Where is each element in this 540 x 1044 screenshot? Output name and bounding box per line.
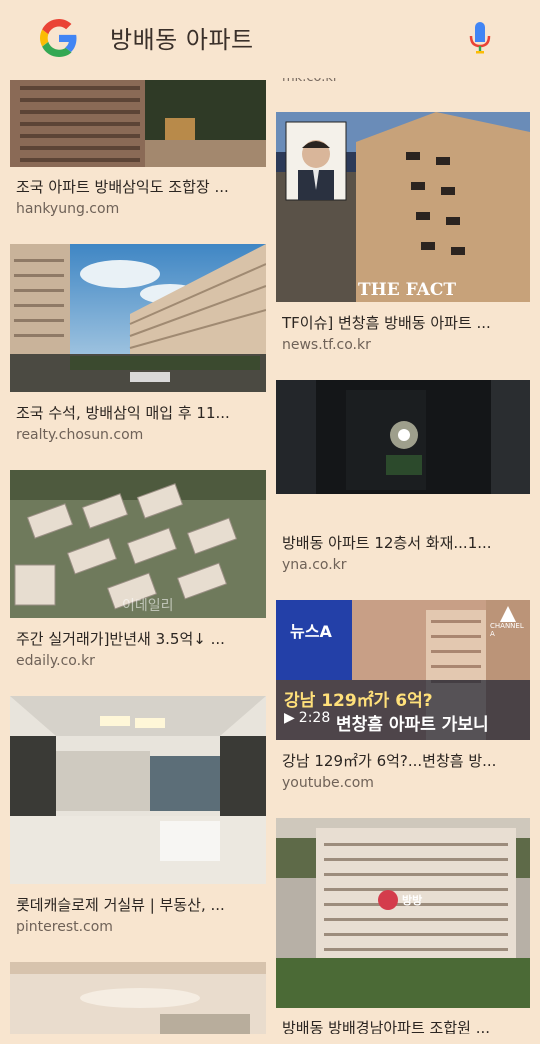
search-header: 방배동 아파트 (0, 0, 540, 78)
video-duration: 2:28 (298, 710, 331, 726)
image-result-card[interactable]: THE FACT TF이슈] 변창흠 방배동 아파트 ... news.tf.c… (276, 112, 530, 358)
image-result-card[interactable]: 이데일리 주간 실거래가]반년새 3.5억↓ ... edaily.co.kr (10, 470, 266, 680)
the-fact-watermark: THE FACT (358, 280, 456, 300)
the-fact-building-thumbnail[interactable]: THE FACT (276, 112, 530, 302)
image-result-card[interactable]: 조국 아파트 방배삼익도 조합장 ... hankyung.com (10, 80, 266, 222)
result-title[interactable]: 조국 수석, 방배삼익 매입 후 11... (16, 402, 261, 423)
result-title[interactable]: TF이슈] 변창흠 방배동 아파트 ... (282, 312, 527, 333)
image-result-card[interactable]: 방방 방배동 방배경남아파트 조합원 ... (276, 818, 530, 1044)
result-title[interactable]: 강남 129㎡가 6억?...변창흠 방... (282, 750, 527, 771)
result-source: pinterest.com (16, 919, 113, 935)
bottom-edge (0, 1034, 540, 1044)
result-title[interactable]: 주간 실거래가]반년새 3.5억↓ ... (16, 628, 261, 649)
microphone-icon[interactable] (466, 20, 494, 56)
search-query-input[interactable]: 방배동 아파트 (110, 20, 254, 55)
aerial-apartment-thumbnail[interactable]: 이데일리 (10, 470, 266, 618)
result-title[interactable]: 조국 아파트 방배삼익도 조합장 ... (16, 176, 261, 197)
tall-apartment-thumbnail[interactable]: 방방 (276, 818, 530, 1008)
result-source: hankyung.com (16, 201, 120, 217)
watermark-label: 방방 (402, 894, 423, 907)
play-icon: ▶ (284, 710, 295, 726)
image-result-card[interactable] (10, 962, 266, 1042)
channel-name: CHANNEL A (490, 622, 524, 638)
image-result-card[interactable]: 조국 수석, 방배삼익 매입 후 11... realty.chosun.com (10, 244, 266, 454)
fire-room-thumbnail[interactable] (276, 380, 530, 494)
living-room-thumbnail[interactable] (10, 696, 266, 884)
result-source: news.tf.co.kr (282, 337, 371, 353)
video-headline-2: 변창흠 아파트 가보니 (336, 715, 489, 735)
result-title[interactable]: 롯데캐슬로제 거실뷰 | 부동산, ... (16, 894, 261, 915)
interior-thumbnail[interactable] (10, 962, 266, 1042)
result-source: realty.chosun.com (16, 427, 144, 443)
image-result-card[interactable]: 방배동 아파트 12층서 화재...1... yna.co.kr (276, 380, 530, 576)
video-duration-badge: ▶ 2:28 (284, 710, 330, 726)
result-title[interactable]: 방배동 아파트 12층서 화재...1... (282, 532, 527, 553)
apartment-street-thumbnail[interactable] (10, 244, 266, 392)
svg-text:이데일리: 이데일리 (122, 598, 174, 614)
result-source: edaily.co.kr (16, 653, 95, 669)
video-result-card[interactable]: 뉴스A CHANNEL A 강남 129㎡가 6억? 변창흠 아파트 가보니 ▶… (276, 600, 530, 796)
result-source: youtube.com (282, 775, 374, 791)
image-results-grid: mk.co.kr 조국 아파트 방배삼익도 조합장 ... hankyung.c… (0, 0, 540, 1044)
news-video-thumbnail[interactable]: 뉴스A CHANNEL A 강남 129㎡가 6억? 변창흠 아파트 가보니 ▶… (276, 600, 530, 740)
result-source: yna.co.kr (282, 557, 347, 573)
channel-badge: 뉴스A (290, 622, 332, 641)
google-g-logo-icon[interactable] (40, 19, 78, 57)
apartment-building-thumbnail[interactable] (10, 80, 266, 167)
image-result-card[interactable]: 롯데캐슬로제 거실뷰 | 부동산, ... pinterest.com (10, 696, 266, 942)
video-headline: 강남 129㎡가 6억? (284, 691, 433, 711)
